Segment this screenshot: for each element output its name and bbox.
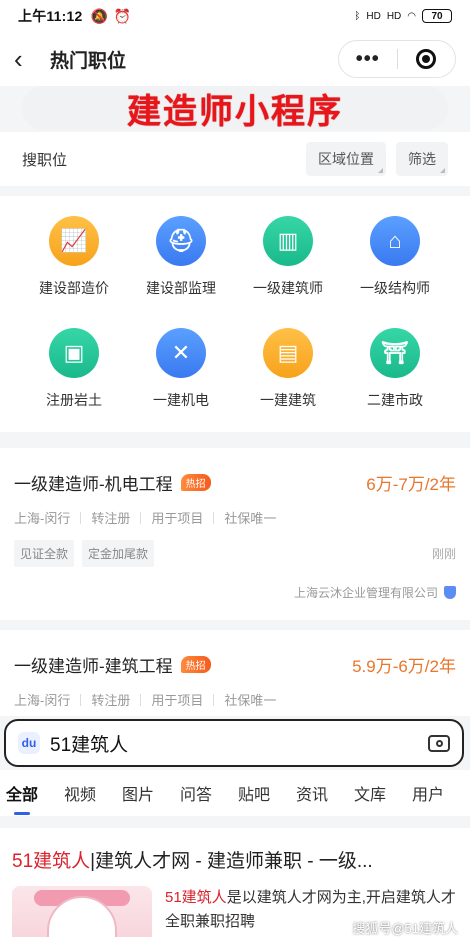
office-building-icon: ▤ [263, 328, 313, 378]
job-tag: 见证全款 [14, 540, 75, 567]
banner-text: 建造师小程序 [127, 92, 343, 131]
job-title: 一级建造师-建筑工程 [14, 657, 173, 676]
job-meta: 上海-闵行 转注册 用于项目 社保唯一 [14, 693, 277, 708]
category-item[interactable]: ▥ 一级建筑师 [234, 216, 342, 298]
category-item[interactable]: ▣ 注册岩土 [20, 328, 128, 410]
app-screen: 上午11:12 🔕 ⏰ ᛒ HD HD ◠ 70 ‹ 热门职位 ••• 建造师小… [0, 0, 470, 937]
close-miniprogram-button[interactable] [398, 49, 456, 69]
mute-icon: 🔕 [90, 7, 108, 24]
back-arrow-icon[interactable]: ‹ [14, 46, 42, 72]
tab-wenku[interactable]: 文库 [354, 781, 386, 805]
job-title: 一级建造师-机电工程 [14, 475, 173, 494]
category-grid: 📈 建设部造价 ⛑ 建设部监理 ▥ 一级建筑师 ⌂ 一级结构师 ▣ 注册岩土 ✕… [0, 196, 470, 432]
helmet-icon: ⛑ [156, 216, 206, 266]
wifi-icon: ◠ [407, 10, 416, 22]
target-icon [416, 49, 437, 69]
category-item[interactable]: ✕ 一建机电 [127, 328, 235, 410]
area-filter-button[interactable]: 区域位置 [306, 142, 386, 176]
hot-badge: 热招 [180, 656, 211, 673]
result-title[interactable]: 51建筑人|建筑人才网 - 建造师兼职 - 一级... [12, 846, 373, 873]
miniprogram-capsule: ••• [338, 40, 456, 78]
tab-news[interactable]: 资讯 [296, 781, 328, 805]
search-input[interactable]: 51建筑人 [50, 730, 128, 757]
search-jobs-label[interactable]: 搜职位 [22, 149, 67, 170]
job-card[interactable]: 一级建造师-机电工程 热招 6万-7万/2年 上海-闵行 转注册 用于项目 社保… [0, 448, 470, 620]
filter-button[interactable]: 筛选 [396, 142, 448, 176]
nav-bar: ‹ 热门职位 ••• [0, 32, 470, 86]
chart-up-icon: 📈 [49, 216, 99, 266]
alarm-icon: ⏰ [113, 7, 132, 24]
tab-users[interactable]: 用户 [412, 781, 444, 805]
baidu-paw-icon: du [18, 732, 40, 754]
verified-shield-icon [444, 586, 456, 599]
job-salary: 5.9万-6万/2年 [352, 657, 456, 676]
bluetooth-icon: ᛒ [354, 10, 361, 22]
job-tag: 定金加尾款 [82, 540, 155, 567]
tab-video[interactable]: 视频 [64, 781, 96, 805]
job-card[interactable]: 一级建造师-建筑工程 热招 5.9万-6万/2年 上海-闵行 转注册 用于项目 … [0, 630, 470, 716]
civic-building-icon: ⛩ [370, 328, 420, 378]
watermark: 搜狐号@51建筑人 [352, 921, 458, 936]
job-tags: 见证全款 定金加尾款 [14, 540, 155, 567]
tab-qa[interactable]: 问答 [180, 781, 212, 805]
clock: 上午11:12 [18, 8, 83, 24]
search-tabs: 全部 视频 图片 问答 贴吧 资讯 文库 用户 [0, 770, 470, 816]
category-item[interactable]: ⛩ 二建市政 [341, 328, 449, 410]
signal-icon: HD [386, 10, 402, 22]
house-structure-icon: ⌂ [370, 216, 420, 266]
search-result[interactable]: 51建筑人|建筑人才网 - 建造师兼职 - 一级... 51建筑人是以建筑人才网… [0, 820, 470, 937]
camera-icon[interactable] [428, 734, 450, 752]
tab-images[interactable]: 图片 [122, 781, 154, 805]
hot-badge: 热招 [180, 474, 211, 491]
search-bar[interactable]: du 51建筑人 [4, 719, 464, 767]
result-thumbnail[interactable] [12, 886, 152, 937]
tab-tieba[interactable]: 贴吧 [238, 781, 270, 805]
banner: 建造师小程序 [22, 86, 448, 131]
more-button[interactable]: ••• [339, 48, 397, 71]
company-name: 上海云沐企业管理有限公司 [294, 584, 456, 601]
job-salary: 6万-7万/2年 [366, 475, 456, 494]
category-item[interactable]: ⌂ 一级结构师 [341, 216, 449, 298]
status-bar: 上午11:12 🔕 ⏰ ᛒ HD HD ◠ 70 [0, 0, 470, 32]
job-meta: 上海-闵行 转注册 用于项目 社保唯一 [14, 511, 277, 526]
tools-icon: ✕ [156, 328, 206, 378]
category-item[interactable]: 📈 建设部造价 [20, 216, 128, 298]
tab-all[interactable]: 全部 [6, 781, 38, 815]
category-item[interactable]: ⛑ 建设部监理 [127, 216, 235, 298]
battery-icon: 70 [422, 9, 452, 23]
category-item[interactable]: ▤ 一建建筑 [234, 328, 342, 410]
page-title: 热门职位 [50, 50, 127, 72]
filter-bar: 搜职位 区域位置 筛选 [0, 132, 470, 186]
signal-icon: HD [366, 10, 381, 22]
post-time: 刚刚 [431, 547, 456, 561]
building-icon: ▥ [263, 216, 313, 266]
mine-cart-icon: ▣ [49, 328, 99, 378]
